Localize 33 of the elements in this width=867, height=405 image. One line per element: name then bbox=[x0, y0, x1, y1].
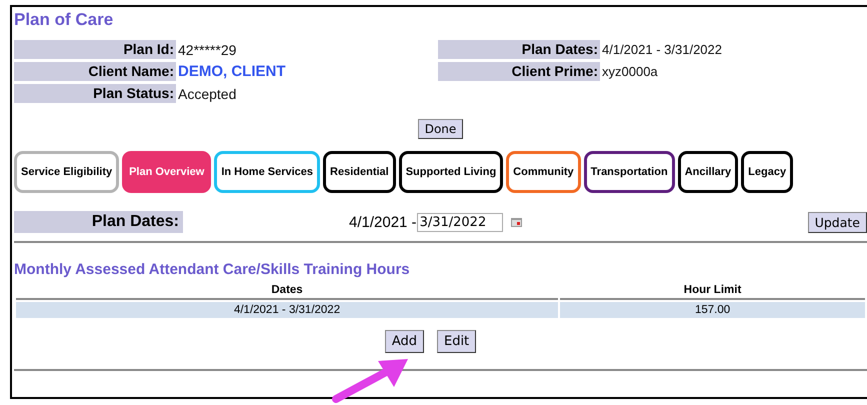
tab[interactable]: Service Eligibility bbox=[14, 151, 120, 193]
tab[interactable]: Supported Living bbox=[398, 151, 504, 193]
field-label: Client Name: bbox=[14, 62, 176, 81]
field-value: 42*****29 bbox=[178, 42, 236, 58]
action-button[interactable]: Edit bbox=[436, 330, 476, 353]
tab[interactable]: Community bbox=[506, 151, 581, 193]
tab[interactable]: Residential bbox=[323, 151, 396, 193]
field-value: 4/1/2021 - 3/31/2022 bbox=[602, 42, 722, 57]
field-label: Plan Dates: bbox=[14, 211, 183, 233]
client-name-link[interactable]: DEMO, CLIENT bbox=[178, 63, 286, 80]
table-cell: 4/1/2021 - 3/31/2022 bbox=[16, 302, 558, 318]
tab[interactable]: Transportation bbox=[584, 151, 675, 193]
section-title: Monthly Assessed Attendant Care/Skills Training Hours bbox=[14, 261, 411, 278]
field-value: xyz0000a bbox=[602, 64, 658, 79]
done-button[interactable]: Done bbox=[418, 119, 464, 139]
field-label: Plan Status: bbox=[14, 84, 176, 103]
update-button[interactable]: Update bbox=[808, 212, 867, 232]
page-title: Plan of Care bbox=[14, 10, 114, 30]
start-date: 4/1/2021 - bbox=[349, 214, 417, 230]
table-cell: 157.00 bbox=[560, 302, 865, 318]
action-button[interactable]: Add bbox=[384, 330, 424, 353]
end-date-field[interactable]: 3/31/2022 bbox=[416, 212, 503, 232]
field-label: Plan Dates: bbox=[438, 40, 600, 59]
column-header: Hour Limit bbox=[560, 282, 865, 300]
field-label: Plan Id: bbox=[14, 40, 176, 59]
field-label: Client Prime: bbox=[438, 62, 600, 81]
tab[interactable]: Plan Overview bbox=[122, 151, 212, 193]
column-header: Dates bbox=[16, 282, 558, 300]
tab[interactable]: In Home Services bbox=[214, 151, 320, 193]
field-value: Accepted bbox=[178, 86, 236, 102]
calendar-icon[interactable] bbox=[510, 218, 522, 226]
tab[interactable]: Ancillary bbox=[678, 151, 738, 193]
tab[interactable]: Legacy bbox=[741, 151, 794, 193]
